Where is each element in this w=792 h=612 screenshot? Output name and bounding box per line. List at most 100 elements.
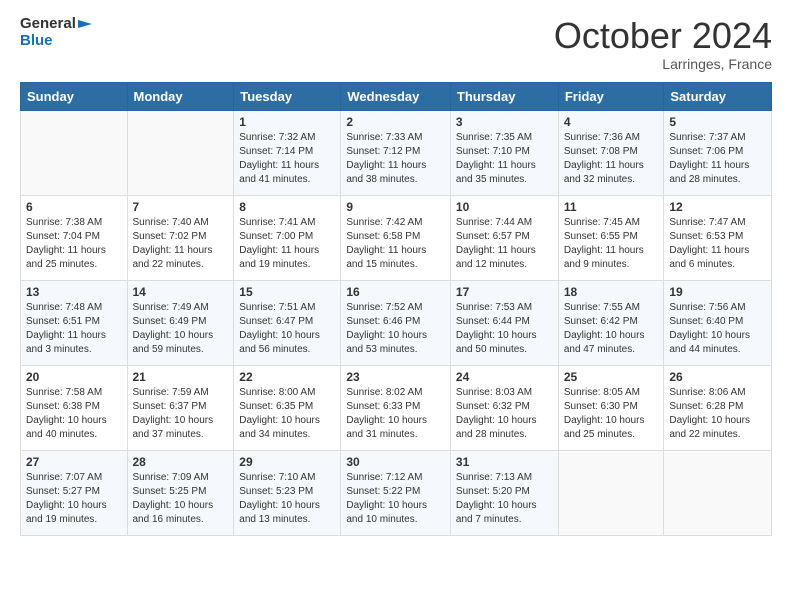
sunrise-text: Sunrise: 7:09 AM: [133, 472, 209, 483]
daylight-text: Daylight: 11 hours and 6 minutes.: [669, 245, 749, 270]
cell-week3-day1: 21 Sunrise: 7:59 AM Sunset: 6:37 PM Dayl…: [127, 365, 234, 450]
daylight-text: Daylight: 11 hours and 3 minutes.: [26, 330, 106, 355]
daylight-text: Daylight: 10 hours and 44 minutes.: [669, 330, 750, 355]
daylight-text: Daylight: 10 hours and 34 minutes.: [239, 415, 320, 440]
daylight-text: Daylight: 10 hours and 7 minutes.: [456, 500, 537, 525]
daylight-text: Daylight: 11 hours and 22 minutes.: [133, 245, 213, 270]
day-number: 7: [133, 200, 229, 214]
day-number: 3: [456, 115, 553, 129]
day-number: 30: [346, 455, 445, 469]
header-sunday: Sunday: [21, 82, 128, 110]
daylight-text: Daylight: 11 hours and 35 minutes.: [456, 160, 536, 185]
daylight-text: Daylight: 11 hours and 19 minutes.: [239, 245, 319, 270]
daylight-text: Daylight: 10 hours and 56 minutes.: [239, 330, 320, 355]
sunset-text: Sunset: 6:55 PM: [564, 231, 638, 242]
sunset-text: Sunset: 7:02 PM: [133, 231, 207, 242]
sunrise-text: Sunrise: 7:33 AM: [346, 132, 422, 143]
header-wednesday: Wednesday: [341, 82, 451, 110]
day-number: 19: [669, 285, 766, 299]
cell-week4-day6: [664, 450, 772, 535]
sunset-text: Sunset: 6:57 PM: [456, 231, 530, 242]
day-number: 10: [456, 200, 553, 214]
day-number: 17: [456, 285, 553, 299]
header-thursday: Thursday: [450, 82, 558, 110]
sunrise-text: Sunrise: 8:05 AM: [564, 387, 640, 398]
header-saturday: Saturday: [664, 82, 772, 110]
cell-week4-day5: [558, 450, 664, 535]
daylight-text: Daylight: 10 hours and 16 minutes.: [133, 500, 214, 525]
sunrise-text: Sunrise: 7:52 AM: [346, 302, 422, 313]
day-number: 20: [26, 370, 122, 384]
logo-text-blue: Blue: [20, 33, 92, 50]
cell-week1-day2: 8 Sunrise: 7:41 AM Sunset: 7:00 PM Dayli…: [234, 195, 341, 280]
daylight-text: Daylight: 11 hours and 38 minutes.: [346, 160, 426, 185]
sunset-text: Sunset: 5:27 PM: [26, 486, 100, 497]
header-friday: Friday: [558, 82, 664, 110]
sunset-text: Sunset: 6:58 PM: [346, 231, 420, 242]
sunrise-text: Sunrise: 7:53 AM: [456, 302, 532, 313]
day-number: 8: [239, 200, 335, 214]
sunset-text: Sunset: 7:00 PM: [239, 231, 313, 242]
cell-week2-day3: 16 Sunrise: 7:52 AM Sunset: 6:46 PM Dayl…: [341, 280, 451, 365]
sunset-text: Sunset: 7:12 PM: [346, 146, 420, 157]
logo-text-general: General: [20, 16, 92, 33]
sunrise-text: Sunrise: 7:44 AM: [456, 217, 532, 228]
cell-week2-day4: 17 Sunrise: 7:53 AM Sunset: 6:44 PM Dayl…: [450, 280, 558, 365]
calendar-table: Sunday Monday Tuesday Wednesday Thursday…: [20, 82, 772, 536]
daylight-text: Daylight: 11 hours and 41 minutes.: [239, 160, 319, 185]
day-number: 1: [239, 115, 335, 129]
daylight-text: Daylight: 11 hours and 32 minutes.: [564, 160, 644, 185]
week-row-0: 1 Sunrise: 7:32 AM Sunset: 7:14 PM Dayli…: [21, 110, 772, 195]
sunset-text: Sunset: 6:40 PM: [669, 316, 743, 327]
sunrise-text: Sunrise: 8:00 AM: [239, 387, 315, 398]
sunset-text: Sunset: 6:37 PM: [133, 401, 207, 412]
month-title: October 2024: [554, 16, 772, 56]
day-number: 27: [26, 455, 122, 469]
day-number: 28: [133, 455, 229, 469]
day-number: 13: [26, 285, 122, 299]
weekday-header-row: Sunday Monday Tuesday Wednesday Thursday…: [21, 82, 772, 110]
sunset-text: Sunset: 6:44 PM: [456, 316, 530, 327]
cell-week1-day3: 9 Sunrise: 7:42 AM Sunset: 6:58 PM Dayli…: [341, 195, 451, 280]
cell-week4-day0: 27 Sunrise: 7:07 AM Sunset: 5:27 PM Dayl…: [21, 450, 128, 535]
daylight-text: Daylight: 11 hours and 28 minutes.: [669, 160, 749, 185]
sunrise-text: Sunrise: 8:06 AM: [669, 387, 745, 398]
header-tuesday: Tuesday: [234, 82, 341, 110]
cell-week2-day2: 15 Sunrise: 7:51 AM Sunset: 6:47 PM Dayl…: [234, 280, 341, 365]
sunrise-text: Sunrise: 7:41 AM: [239, 217, 315, 228]
daylight-text: Daylight: 10 hours and 13 minutes.: [239, 500, 320, 525]
daylight-text: Daylight: 11 hours and 15 minutes.: [346, 245, 426, 270]
cell-week4-day1: 28 Sunrise: 7:09 AM Sunset: 5:25 PM Dayl…: [127, 450, 234, 535]
day-number: 14: [133, 285, 229, 299]
day-number: 2: [346, 115, 445, 129]
daylight-text: Daylight: 10 hours and 31 minutes.: [346, 415, 427, 440]
sunrise-text: Sunrise: 7:12 AM: [346, 472, 422, 483]
cell-week2-day0: 13 Sunrise: 7:48 AM Sunset: 6:51 PM Dayl…: [21, 280, 128, 365]
sunrise-text: Sunrise: 7:45 AM: [564, 217, 640, 228]
week-row-1: 6 Sunrise: 7:38 AM Sunset: 7:04 PM Dayli…: [21, 195, 772, 280]
sunset-text: Sunset: 6:42 PM: [564, 316, 638, 327]
cell-week0-day1: [127, 110, 234, 195]
cell-week0-day0: [21, 110, 128, 195]
week-row-4: 27 Sunrise: 7:07 AM Sunset: 5:27 PM Dayl…: [21, 450, 772, 535]
daylight-text: Daylight: 10 hours and 25 minutes.: [564, 415, 645, 440]
cell-week0-day5: 4 Sunrise: 7:36 AM Sunset: 7:08 PM Dayli…: [558, 110, 664, 195]
sunset-text: Sunset: 7:04 PM: [26, 231, 100, 242]
logo: General Blue: [20, 16, 92, 49]
day-number: 23: [346, 370, 445, 384]
cell-week2-day1: 14 Sunrise: 7:49 AM Sunset: 6:49 PM Dayl…: [127, 280, 234, 365]
day-number: 6: [26, 200, 122, 214]
daylight-text: Daylight: 10 hours and 40 minutes.: [26, 415, 107, 440]
daylight-text: Daylight: 10 hours and 59 minutes.: [133, 330, 214, 355]
sunset-text: Sunset: 6:33 PM: [346, 401, 420, 412]
cell-week1-day5: 11 Sunrise: 7:45 AM Sunset: 6:55 PM Dayl…: [558, 195, 664, 280]
sunset-text: Sunset: 7:08 PM: [564, 146, 638, 157]
sunrise-text: Sunrise: 7:49 AM: [133, 302, 209, 313]
sunset-text: Sunset: 6:28 PM: [669, 401, 743, 412]
sunset-text: Sunset: 7:10 PM: [456, 146, 530, 157]
sunrise-text: Sunrise: 7:13 AM: [456, 472, 532, 483]
sunrise-text: Sunrise: 7:37 AM: [669, 132, 745, 143]
daylight-text: Daylight: 11 hours and 9 minutes.: [564, 245, 644, 270]
day-number: 15: [239, 285, 335, 299]
location: Larringes, France: [554, 56, 772, 72]
